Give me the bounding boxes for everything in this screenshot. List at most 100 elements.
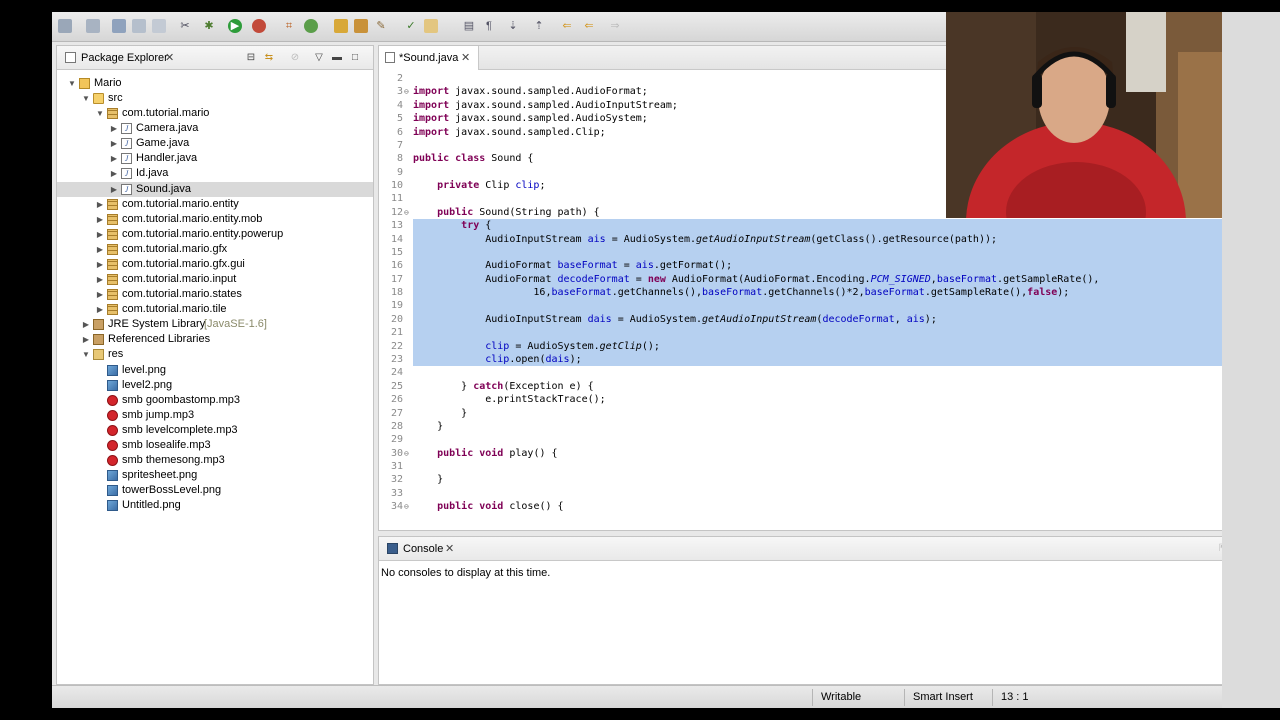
collapsed-twisty-icon[interactable]: ▶ <box>95 242 105 257</box>
fold-collapse-icon[interactable]: ⊖ <box>404 206 409 219</box>
tree-item[interactable]: level2.png <box>57 378 373 393</box>
open-type-icon[interactable] <box>334 19 348 33</box>
tree-item[interactable]: ▶ J Handler.java <box>57 151 373 166</box>
new-java-class-icon[interactable] <box>304 19 318 33</box>
show-whitespace-icon[interactable]: ¶ <box>482 19 496 33</box>
fold-collapse-icon[interactable]: ⊖ <box>404 500 409 513</box>
console-tab[interactable]: Console ✕ ⇱ ▤ ▬ <box>379 537 1274 561</box>
collapsed-twisty-icon[interactable]: ▶ <box>109 182 119 197</box>
collapsed-twisty-icon[interactable]: ▶ <box>81 332 91 347</box>
code-line: 29 <box>379 433 1274 446</box>
tree-item-label: smb themesong.mp3 <box>122 454 225 466</box>
tree-item[interactable]: towerBossLevel.png <box>57 483 373 498</box>
tree-item[interactable]: level.png <box>57 363 373 378</box>
editor-tab-sound-java[interactable]: *Sound.java ✕ <box>379 46 479 70</box>
run-last-tool-icon[interactable] <box>252 19 266 33</box>
tree-item-label: towerBossLevel.png <box>122 484 222 497</box>
tree-item[interactable]: ▶ com.tutorial.mario.entity.mob <box>57 212 373 227</box>
tree-item[interactable]: ▼ Mario <box>57 76 373 91</box>
previous-annotation-icon[interactable]: ⇡ <box>532 19 546 33</box>
toggle-block-icon[interactable]: ▤ <box>462 19 476 33</box>
tree-item[interactable]: ▶ com.tutorial.mario.tile <box>57 302 373 317</box>
tree-item[interactable]: smb jump.mp3 <box>57 408 373 423</box>
tree-item[interactable]: Untitled.png <box>57 498 373 513</box>
fold-collapse-icon[interactable]: ⊖ <box>404 85 409 98</box>
open-task-icon[interactable] <box>354 19 368 33</box>
java-file-icon: J <box>121 138 132 150</box>
tree-item[interactable]: smb levelcomplete.mp3 <box>57 423 373 438</box>
fold-collapse-icon[interactable]: ⊖ <box>404 447 409 460</box>
close-icon[interactable]: ✕ <box>445 542 454 555</box>
expanded-twisty-icon[interactable]: ▼ <box>95 106 105 121</box>
expanded-twisty-icon[interactable]: ▼ <box>67 76 77 91</box>
tree-item[interactable]: ▶ com.tutorial.mario.gfx <box>57 242 373 257</box>
annotation-icon[interactable]: ✓ <box>404 19 418 33</box>
code-text: e.printStackTrace(); <box>413 394 606 406</box>
tree-item[interactable]: ▶ com.tutorial.mario.states <box>57 287 373 302</box>
tree-item[interactable]: ▼ com.tutorial.mario <box>57 106 373 121</box>
new-icon[interactable] <box>58 19 72 33</box>
tree-item[interactable]: ▶ J Id.java <box>57 166 373 181</box>
collapsed-twisty-icon[interactable]: ▶ <box>95 272 105 287</box>
print-icon[interactable] <box>152 19 166 33</box>
minimize-icon[interactable]: ▬ <box>331 52 343 63</box>
expanded-twisty-icon[interactable]: ▼ <box>81 91 91 106</box>
tree-item[interactable]: ▶ com.tutorial.mario.input <box>57 272 373 287</box>
collapse-all-icon[interactable]: ⊟ <box>245 52 257 63</box>
save-icon[interactable] <box>112 19 126 33</box>
collapsed-twisty-icon[interactable]: ▶ <box>109 166 119 181</box>
collapsed-twisty-icon[interactable]: ▶ <box>109 151 119 166</box>
tree-item[interactable]: smb goombastomp.mp3 <box>57 393 373 408</box>
tree-item[interactable]: smb losealife.mp3 <box>57 438 373 453</box>
tree-item[interactable]: ▶ com.tutorial.mario.gfx.gui <box>57 257 373 272</box>
line-number: 21 <box>390 327 403 339</box>
back-icon[interactable]: ⇐ <box>560 19 574 33</box>
collapsed-twisty-icon[interactable]: ▶ <box>81 317 91 332</box>
tree-item[interactable]: ▶ J Game.java <box>57 136 373 151</box>
audio-file-icon <box>107 409 118 421</box>
package-explorer-tab[interactable]: Package Explorer ✕ ⊟ ⇆ ⊘ ▽ ▬ □ <box>57 46 373 70</box>
new-wizard-icon[interactable] <box>86 19 100 33</box>
collapsed-twisty-icon[interactable]: ▶ <box>95 302 105 317</box>
tree-item[interactable]: ▶ J Camera.java <box>57 121 373 136</box>
run-icon[interactable]: ▶ <box>228 19 242 33</box>
search-icon[interactable]: ✎ <box>374 19 388 33</box>
tree-item[interactable]: ▼ src <box>57 91 373 106</box>
tree-item[interactable]: smb themesong.mp3 <box>57 453 373 468</box>
tree-item[interactable]: ▶ JRE System Library [JavaSE-1.6] <box>57 317 373 332</box>
toggle-mark-icon[interactable] <box>424 19 438 33</box>
tree-item[interactable]: ▶ Referenced Libraries <box>57 332 373 347</box>
code-line: 23 clip.open(dais); <box>379 353 1274 366</box>
expanded-twisty-icon[interactable]: ▼ <box>81 347 91 362</box>
line-number: 4 <box>396 99 403 111</box>
close-icon[interactable]: ✕ <box>165 51 174 64</box>
next-annotation-icon[interactable]: ⇣ <box>506 19 520 33</box>
maximize-icon[interactable]: □ <box>349 52 361 63</box>
status-insert-mode[interactable]: Smart Insert <box>913 691 973 703</box>
collapsed-twisty-icon[interactable]: ▶ <box>95 197 105 212</box>
tree-item[interactable]: spritesheet.png <box>57 468 373 483</box>
code-text: clip = AudioSystem.getClip(); <box>485 340 660 352</box>
tree-item[interactable]: ▶ com.tutorial.mario.entity <box>57 197 373 212</box>
status-writable: Writable <box>821 691 862 703</box>
view-menu-icon[interactable]: ▽ <box>313 52 325 63</box>
tree-item[interactable]: ▶ com.tutorial.mario.entity.powerup <box>57 227 373 242</box>
debug-icon[interactable]: ✱ <box>202 19 216 33</box>
tree-item[interactable]: ▶ J Sound.java <box>57 181 373 197</box>
external-tools-icon[interactable]: ✂ <box>178 19 192 33</box>
collapsed-twisty-icon[interactable]: ▶ <box>95 212 105 227</box>
code-text: import javax.sound.sampled.AudioInputStr… <box>413 99 678 111</box>
collapsed-twisty-icon[interactable]: ▶ <box>109 136 119 151</box>
forward-icon[interactable]: ⇐ <box>582 19 596 33</box>
tree-item[interactable]: ▼ res <box>57 347 373 362</box>
status-bar: Writable Smart Insert 13 : 1 <box>52 685 1275 708</box>
collapsed-twisty-icon[interactable]: ▶ <box>95 287 105 302</box>
collapsed-twisty-icon[interactable]: ▶ <box>95 257 105 272</box>
link-with-editor-icon[interactable]: ⇆ <box>263 52 275 63</box>
close-icon[interactable]: ✕ <box>461 51 470 64</box>
collapsed-twisty-icon[interactable]: ▶ <box>95 227 105 242</box>
save-all-icon[interactable] <box>132 19 146 33</box>
code-text: } catch(Exception e) { <box>413 380 594 392</box>
new-java-package-icon[interactable]: ⌗ <box>282 19 296 33</box>
collapsed-twisty-icon[interactable]: ▶ <box>109 121 119 136</box>
